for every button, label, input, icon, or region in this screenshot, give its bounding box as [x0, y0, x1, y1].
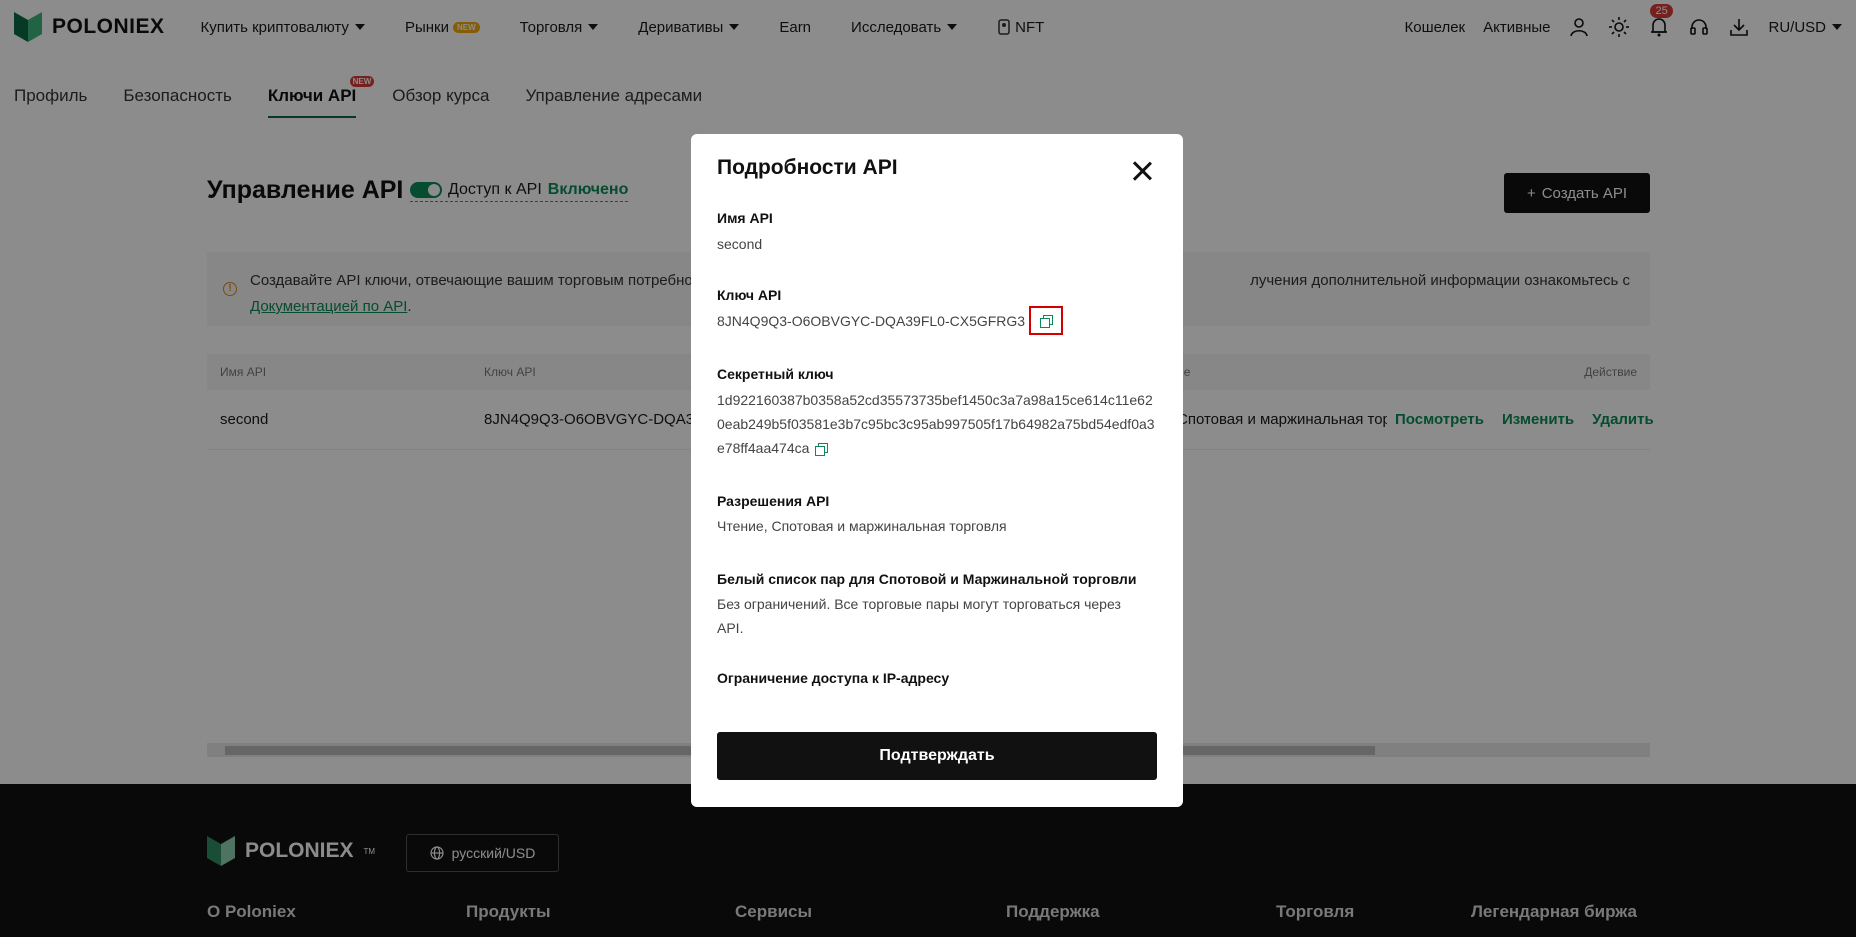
- api-key-label: Ключ API: [717, 287, 782, 303]
- ip-restriction-label: Ограничение доступа к IP-адресу: [717, 670, 950, 686]
- api-name-value: second: [717, 236, 763, 252]
- modal-title: Подробности API: [717, 156, 898, 179]
- api-details-modal: Подробности API Имя API second Ключ API …: [691, 134, 1183, 807]
- whitelist-label: Белый список пар для Спотовой и Маржинал…: [717, 571, 1137, 587]
- confirm-button[interactable]: Подтверждать: [717, 732, 1157, 780]
- api-key-row: 8JN4Q9Q3-O6OBVGYC-DQA39FL0-CX5GFRG3: [717, 306, 1157, 335]
- copy-api-key-button[interactable]: [1029, 306, 1064, 335]
- whitelist-value: Без ограничений. Все торговые пары могут…: [717, 596, 1121, 636]
- secret-key-label: Секретный ключ: [717, 366, 834, 382]
- secret-key-value: 1d922160387b0358a52cd35573735bef1450c3a7…: [717, 392, 1155, 456]
- permissions-value: Чтение, Спотовая и маржинальная торговля: [717, 518, 1007, 534]
- copy-icon[interactable]: [815, 443, 829, 457]
- copy-icon: [1040, 314, 1054, 328]
- api-key-value: 8JN4Q9Q3-O6OBVGYC-DQA39FL0-CX5GFRG3: [717, 312, 1026, 329]
- permissions-label: Разрешения API: [717, 493, 830, 509]
- close-icon[interactable]: [1131, 160, 1153, 182]
- secret-key-row: 1d922160387b0358a52cd35573735bef1450c3a7…: [717, 388, 1157, 460]
- api-name-label: Имя API: [717, 210, 773, 226]
